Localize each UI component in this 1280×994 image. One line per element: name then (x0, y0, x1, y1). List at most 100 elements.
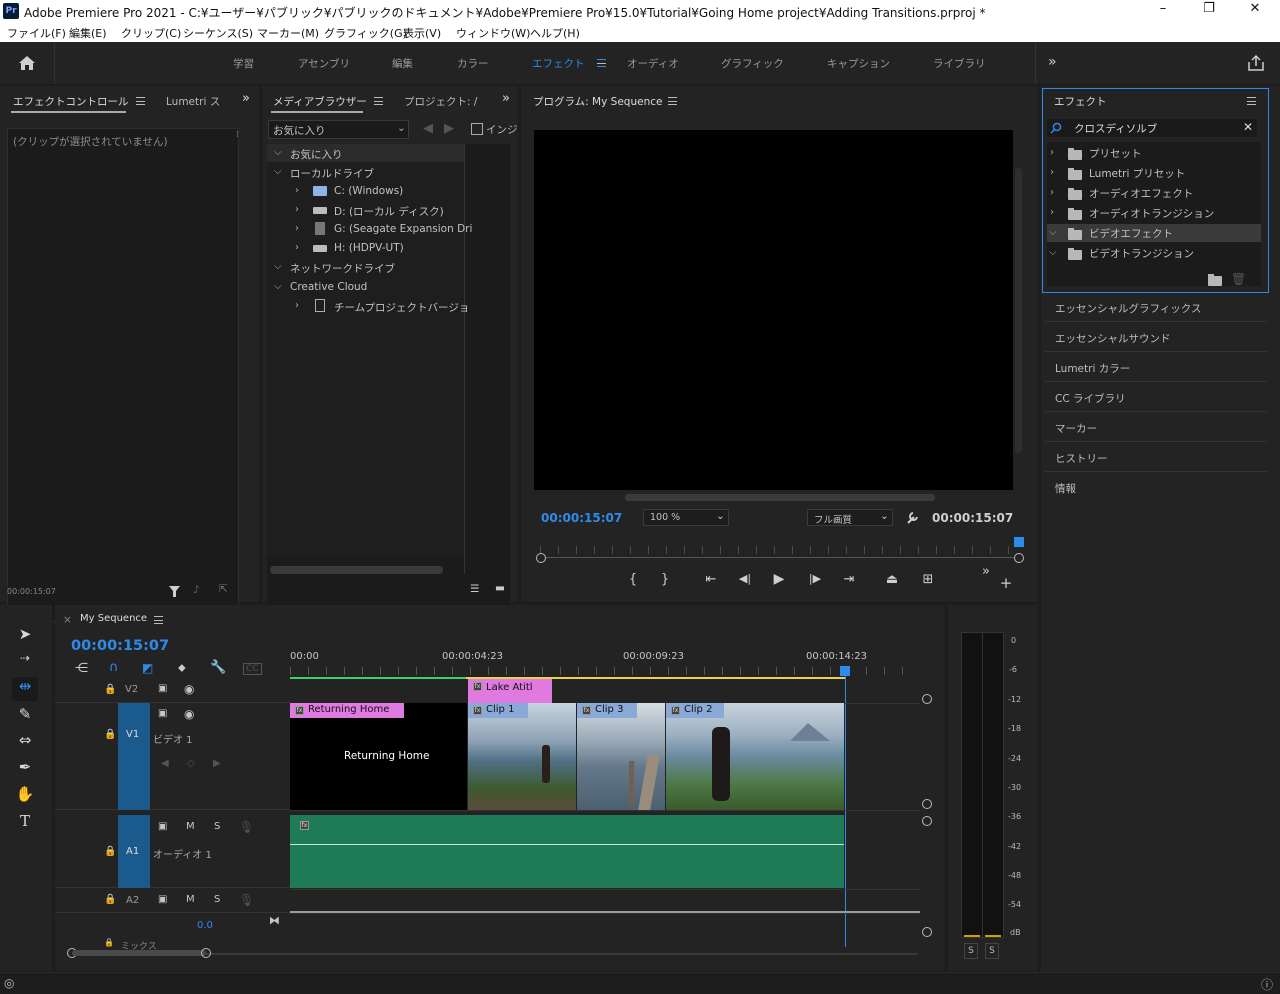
eye-icon[interactable]: ◉ (184, 707, 194, 721)
sync-lock-icon[interactable]: ▣ (158, 708, 167, 719)
monitor-timeline-ruler[interactable] (540, 542, 1018, 556)
mix-collapse-icon[interactable]: ⧓ (269, 914, 280, 927)
workspace-color[interactable]: カラー (457, 56, 489, 71)
mark-in-icon[interactable]: { (625, 572, 641, 587)
effects-search-input[interactable]: クロスディソルブ ✕ (1047, 119, 1257, 137)
menu-view[interactable]: 表示(V) (403, 25, 441, 41)
back-arrow-icon[interactable]: ◀ (423, 121, 433, 136)
pen-tool-icon[interactable]: ✒ (12, 758, 38, 782)
tree-favorites[interactable]: お気に入り (290, 147, 343, 162)
panel-menu-icon[interactable] (1247, 97, 1256, 105)
chevron-right-icon[interactable]: › (1050, 167, 1054, 178)
panel-menu-icon[interactable] (154, 616, 163, 624)
tab-effect-controls[interactable]: エフェクトコントロール (13, 94, 129, 109)
video-preview[interactable] (534, 130, 1013, 490)
lock-icon[interactable]: 🔒 (104, 894, 116, 905)
playhead-timecode[interactable]: 00:00:15:07 (541, 511, 622, 525)
workspace-effects[interactable]: エフェクト (532, 56, 585, 71)
go-to-in-icon[interactable]: ⇤ (701, 572, 721, 587)
workspace-audio[interactable]: オーディオ (627, 56, 679, 71)
prev-keyframe-icon[interactable]: ◀ (161, 758, 169, 769)
panel-menu-icon[interactable] (668, 97, 677, 105)
export-icon[interactable]: ⇱ (219, 583, 228, 595)
wrench-icon[interactable] (905, 510, 920, 525)
chevron-down-icon[interactable]: ⌵ (274, 281, 282, 292)
sync-lock-icon[interactable]: ▣ (158, 821, 167, 832)
status-progress-icon[interactable]: ◎ (4, 976, 14, 990)
tab-project[interactable]: プロジェクト: / (404, 94, 477, 109)
menu-clip[interactable]: クリップ(C) (121, 25, 181, 41)
menu-edit[interactable]: 編集(E) (69, 25, 107, 41)
timeline-settings-wrench-icon[interactable]: 🔧 (210, 660, 226, 675)
tree-drive-g[interactable]: G: (Seagate Expansion Dri (334, 223, 472, 235)
clear-search-icon[interactable]: ✕ (1243, 120, 1253, 134)
solo-left-button[interactable]: S (964, 943, 978, 959)
panel-essential-sound[interactable]: エッセンシャルサウンド (1045, 322, 1267, 352)
expand-tabs-icon[interactable]: » (502, 91, 510, 106)
sequence-tab[interactable]: My Sequence (80, 613, 147, 624)
workspace-libraries[interactable]: ライブラリ (933, 56, 986, 71)
expand-tabs-icon[interactable]: » (242, 91, 250, 106)
chevron-right-icon[interactable]: › (295, 223, 299, 234)
more-workspaces-icon[interactable]: » (1048, 54, 1057, 70)
insert-nest-icon[interactable]: ⋲ (75, 661, 88, 676)
icon-view-icon[interactable]: ▬ (495, 582, 505, 594)
in-handle[interactable] (536, 553, 546, 563)
tree-creative-cloud[interactable]: Creative Cloud (290, 281, 367, 293)
panel-history[interactable]: ヒストリー (1045, 442, 1267, 472)
track-select-icon[interactable]: ⇢ (12, 651, 38, 675)
tree-network-drives[interactable]: ネットワークドライブ (290, 261, 395, 276)
keyframe-icon[interactable]: ◇ (187, 758, 195, 769)
step-back-icon[interactable]: ◀| (735, 572, 755, 585)
hand-tool-icon[interactable]: ✋ (12, 785, 38, 809)
extract-icon[interactable]: ⊞ (917, 572, 939, 587)
chevron-right-icon[interactable]: › (295, 185, 299, 196)
add-button-icon[interactable]: + (999, 574, 1013, 592)
tree-local-drives[interactable]: ローカルドライブ (290, 166, 374, 181)
chevron-right-icon[interactable]: › (1050, 187, 1054, 198)
type-tool-icon[interactable]: T (12, 812, 38, 836)
lock-icon[interactable]: 🔒 (104, 684, 116, 695)
solo-button[interactable]: S (214, 894, 220, 905)
quality-dropdown[interactable]: フル画質 ⌄ (807, 509, 893, 526)
chevron-right-icon[interactable]: › (295, 300, 299, 311)
tree-drive-d[interactable]: D: (ローカル ディスク) (334, 204, 444, 219)
ripple-edit-icon[interactable]: ⇹ (12, 677, 38, 701)
horizontal-scrollbar[interactable] (270, 566, 443, 574)
panel-lumetri-color[interactable]: Lumetri カラー (1045, 352, 1267, 382)
time-ruler[interactable]: 00:00 00:00:04:23 00:00:09:23 00:00:14:2… (290, 643, 920, 681)
workspace-menu-icon[interactable] (597, 59, 606, 67)
chevron-down-icon[interactable]: ⌵ (1049, 227, 1057, 238)
linked-selection-icon[interactable]: ◩ (142, 661, 153, 675)
timeline-timecode[interactable]: 00:00:15:07 (71, 638, 169, 654)
v1-source-patch[interactable] (118, 703, 150, 810)
forward-arrow-icon[interactable]: ▶ (444, 121, 454, 136)
panel-cc-libraries[interactable]: CC ライブラリ (1045, 382, 1267, 412)
chevron-down-icon[interactable]: ⌵ (274, 166, 282, 177)
eye-icon[interactable]: ◉ (184, 682, 194, 696)
panel-essential-graphics[interactable]: エッセンシャルグラフィックス (1045, 292, 1267, 322)
effects-item-audio-effects[interactable]: オーディオエフェクト (1089, 186, 1193, 201)
playhead-marker[interactable] (1014, 537, 1024, 547)
panel-info[interactable]: 情報 (1045, 472, 1267, 502)
clip-2[interactable]: fx Clip 2 (666, 703, 844, 810)
panel-markers[interactable]: マーカー (1045, 412, 1267, 442)
timeline-scrollbar[interactable] (72, 950, 206, 956)
audio-zoom-handle[interactable] (922, 927, 932, 937)
chevron-down-icon[interactable]: ⌵ (274, 147, 282, 158)
minimize-button[interactable]: – (1140, 1, 1186, 21)
video-zoom-handle[interactable] (922, 694, 932, 704)
mute-button[interactable]: M (186, 821, 195, 832)
workspace-assembly[interactable]: アセンブリ (298, 56, 350, 71)
close-tab-icon[interactable]: × (63, 614, 72, 626)
voiceover-mic-icon[interactable]: 🎙 (239, 820, 254, 834)
out-handle[interactable] (1014, 553, 1024, 563)
timeline-zoom-end-handle[interactable] (201, 948, 211, 958)
chevron-right-icon[interactable]: › (1050, 147, 1054, 158)
effects-item-audio-transitions[interactable]: オーディオトランジション (1089, 206, 1214, 221)
razor-tool-icon[interactable]: ✎ (12, 705, 38, 729)
maximize-button[interactable]: ❐ (1186, 1, 1232, 21)
captions-icon[interactable]: CC (243, 663, 262, 675)
mix-volume[interactable]: 0.0 (197, 920, 213, 931)
tree-team-projects[interactable]: チームプロジェクトバージョ (334, 300, 469, 315)
